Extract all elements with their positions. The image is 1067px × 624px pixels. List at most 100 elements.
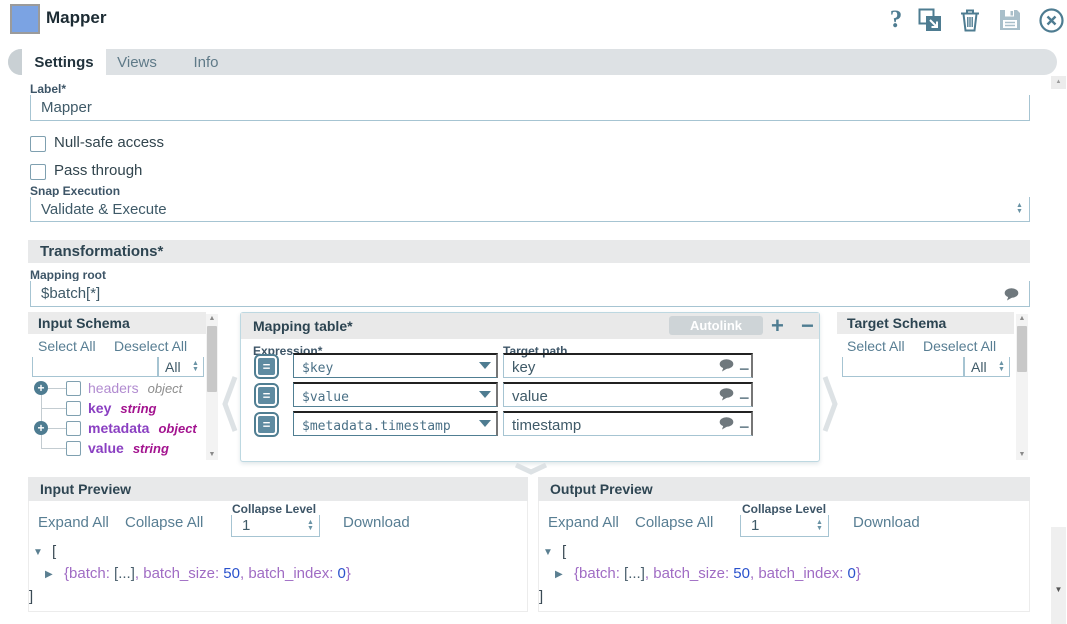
tree-checkbox-headers[interactable] bbox=[66, 381, 81, 396]
output-collapse-level-spinner[interactable] bbox=[814, 518, 825, 534]
input-preview-download[interactable]: Download bbox=[343, 514, 410, 531]
save-icon[interactable] bbox=[996, 6, 1024, 34]
scroll-up-icon[interactable]: ▲ bbox=[1016, 314, 1028, 324]
input-schema-deselect-all[interactable]: Deselect All bbox=[114, 338, 187, 354]
null-safe-checkbox[interactable] bbox=[30, 136, 46, 152]
comment-icon[interactable] bbox=[1004, 288, 1019, 301]
label-input[interactable] bbox=[30, 95, 1030, 121]
tab-info[interactable]: Info bbox=[180, 49, 232, 75]
page-scroll-up-button[interactable] bbox=[1051, 76, 1066, 89]
expression-dropdown-icon[interactable] bbox=[479, 391, 491, 398]
target-schema-filter-input[interactable] bbox=[842, 357, 964, 377]
input-schema-filter-input[interactable] bbox=[32, 357, 158, 377]
expression-toggle-button[interactable] bbox=[254, 354, 279, 379]
collapse-node-icon[interactable] bbox=[543, 547, 553, 558]
input-schema-scope-spinner[interactable] bbox=[190, 359, 201, 374]
json-line[interactable]: {batch: [...], batch_size: 50, batch_ind… bbox=[64, 565, 351, 582]
expand-node-icon[interactable] bbox=[34, 421, 48, 435]
input-collapse-level-spinner[interactable] bbox=[305, 518, 316, 534]
export-icon[interactable] bbox=[916, 6, 944, 34]
expression-input[interactable] bbox=[293, 382, 498, 407]
output-preview-header: Output Preview bbox=[538, 477, 1030, 501]
tree-checkbox-metadata[interactable] bbox=[66, 421, 81, 436]
label-field-label: Label* bbox=[30, 82, 66, 96]
tab-views[interactable]: Views bbox=[106, 49, 168, 75]
mapper-dialog: Mapper ? S bbox=[0, 0, 1067, 624]
expand-node-icon[interactable] bbox=[555, 569, 563, 580]
input-schema-scope-select[interactable]: All bbox=[158, 357, 204, 377]
page-scrollbar-track[interactable] bbox=[1051, 527, 1066, 624]
comment-icon[interactable] bbox=[719, 388, 734, 401]
expand-node-icon[interactable] bbox=[45, 569, 53, 580]
target-path-input[interactable] bbox=[503, 382, 753, 407]
mapping-root-field[interactable]: $batch[*] bbox=[30, 281, 1030, 307]
help-icon[interactable]: ? bbox=[882, 6, 910, 34]
output-preview-collapse-all[interactable]: Collapse All bbox=[635, 514, 713, 531]
collapse-left-chevron-icon[interactable] bbox=[222, 374, 238, 434]
snap-execution-spinner[interactable] bbox=[1014, 201, 1025, 217]
target-path-input[interactable] bbox=[503, 411, 753, 436]
page-scroll-down-icon[interactable] bbox=[1051, 584, 1066, 596]
target-schema-select-all[interactable]: Select All bbox=[847, 338, 905, 354]
output-collapse-level-field[interactable]: 1 bbox=[740, 515, 829, 537]
target-schema-scope-select[interactable]: All bbox=[964, 357, 1010, 377]
comment-icon[interactable] bbox=[719, 417, 734, 430]
tree-checkbox-value[interactable] bbox=[66, 441, 81, 456]
scroll-down-icon[interactable]: ▼ bbox=[1016, 450, 1028, 460]
snap-icon bbox=[10, 4, 40, 34]
autolink-button[interactable]: Autolink bbox=[669, 316, 763, 335]
expression-dropdown-icon[interactable] bbox=[479, 420, 491, 427]
target-schema-scope-spinner[interactable] bbox=[996, 359, 1007, 374]
json-line[interactable]: {batch: [...], batch_size: 50, batch_ind… bbox=[574, 565, 861, 582]
mapping-table-title: Mapping table* bbox=[253, 318, 353, 334]
expand-node-icon[interactable] bbox=[34, 381, 48, 395]
input-collapse-level-field[interactable]: 1 bbox=[231, 515, 320, 537]
delete-row-icon[interactable] bbox=[739, 389, 750, 407]
tree-row-value[interactable]: valuestring bbox=[88, 440, 206, 456]
input-schema-select-all[interactable]: Select All bbox=[38, 338, 96, 354]
json-close-bracket: ] bbox=[29, 588, 33, 605]
mapping-root-label: Mapping root bbox=[30, 268, 106, 282]
pass-through-checkbox[interactable] bbox=[30, 164, 46, 180]
tree-row-key[interactable]: keystring bbox=[88, 400, 206, 416]
collapse-node-icon[interactable] bbox=[33, 547, 43, 558]
input-schema-scrollbar[interactable]: ▲ ▼ bbox=[206, 314, 218, 460]
output-preview-expand-all[interactable]: Expand All bbox=[548, 514, 619, 531]
remove-row-button[interactable]: − bbox=[801, 313, 814, 339]
json-open-bracket: [ bbox=[52, 543, 56, 560]
comment-icon[interactable] bbox=[719, 359, 734, 372]
target-schema-deselect-all[interactable]: Deselect All bbox=[923, 338, 996, 354]
tab-settings[interactable]: Settings bbox=[22, 49, 106, 75]
null-safe-label: Null-safe access bbox=[54, 134, 164, 151]
expression-input[interactable] bbox=[293, 411, 498, 436]
tree-row-headers[interactable]: headersobject bbox=[88, 380, 206, 396]
target-schema-panel: Target Schema Select All Deselect All Al… bbox=[837, 312, 1034, 462]
trash-icon[interactable] bbox=[956, 6, 984, 34]
scroll-up-icon[interactable]: ▲ bbox=[206, 314, 218, 324]
scrollbar-thumb[interactable] bbox=[1017, 326, 1027, 372]
input-preview-collapse-all[interactable]: Collapse All bbox=[125, 514, 203, 531]
expression-input[interactable] bbox=[293, 353, 498, 378]
target-schema-scrollbar[interactable]: ▲ ▼ bbox=[1016, 314, 1028, 460]
tree-row-metadata[interactable]: metadataobject bbox=[88, 420, 206, 436]
target-path-input[interactable] bbox=[503, 353, 753, 378]
expression-toggle-button[interactable] bbox=[254, 412, 279, 437]
output-preview-download[interactable]: Download bbox=[853, 514, 920, 531]
input-schema-panel: Input Schema Select All Deselect All All… bbox=[28, 312, 222, 462]
collapse-right-chevron-icon[interactable] bbox=[822, 374, 838, 434]
delete-row-icon[interactable] bbox=[739, 418, 750, 436]
json-open-bracket: [ bbox=[562, 543, 566, 560]
expression-dropdown-icon[interactable] bbox=[479, 362, 491, 369]
tree-branch-line bbox=[41, 448, 66, 449]
add-row-button[interactable]: + bbox=[771, 313, 784, 339]
close-icon[interactable] bbox=[1037, 6, 1065, 34]
tree-checkbox-key[interactable] bbox=[66, 401, 81, 416]
expand-down-chevron-icon[interactable] bbox=[512, 462, 550, 475]
input-preview-expand-all[interactable]: Expand All bbox=[38, 514, 109, 531]
scroll-down-icon[interactable]: ▼ bbox=[206, 450, 218, 460]
delete-row-icon[interactable] bbox=[739, 360, 750, 378]
scrollbar-thumb[interactable] bbox=[207, 326, 217, 392]
snap-execution-select[interactable]: Validate & Execute bbox=[30, 197, 1030, 222]
expression-toggle-button[interactable] bbox=[254, 383, 279, 408]
input-collapse-level-label: Collapse Level bbox=[232, 502, 316, 516]
